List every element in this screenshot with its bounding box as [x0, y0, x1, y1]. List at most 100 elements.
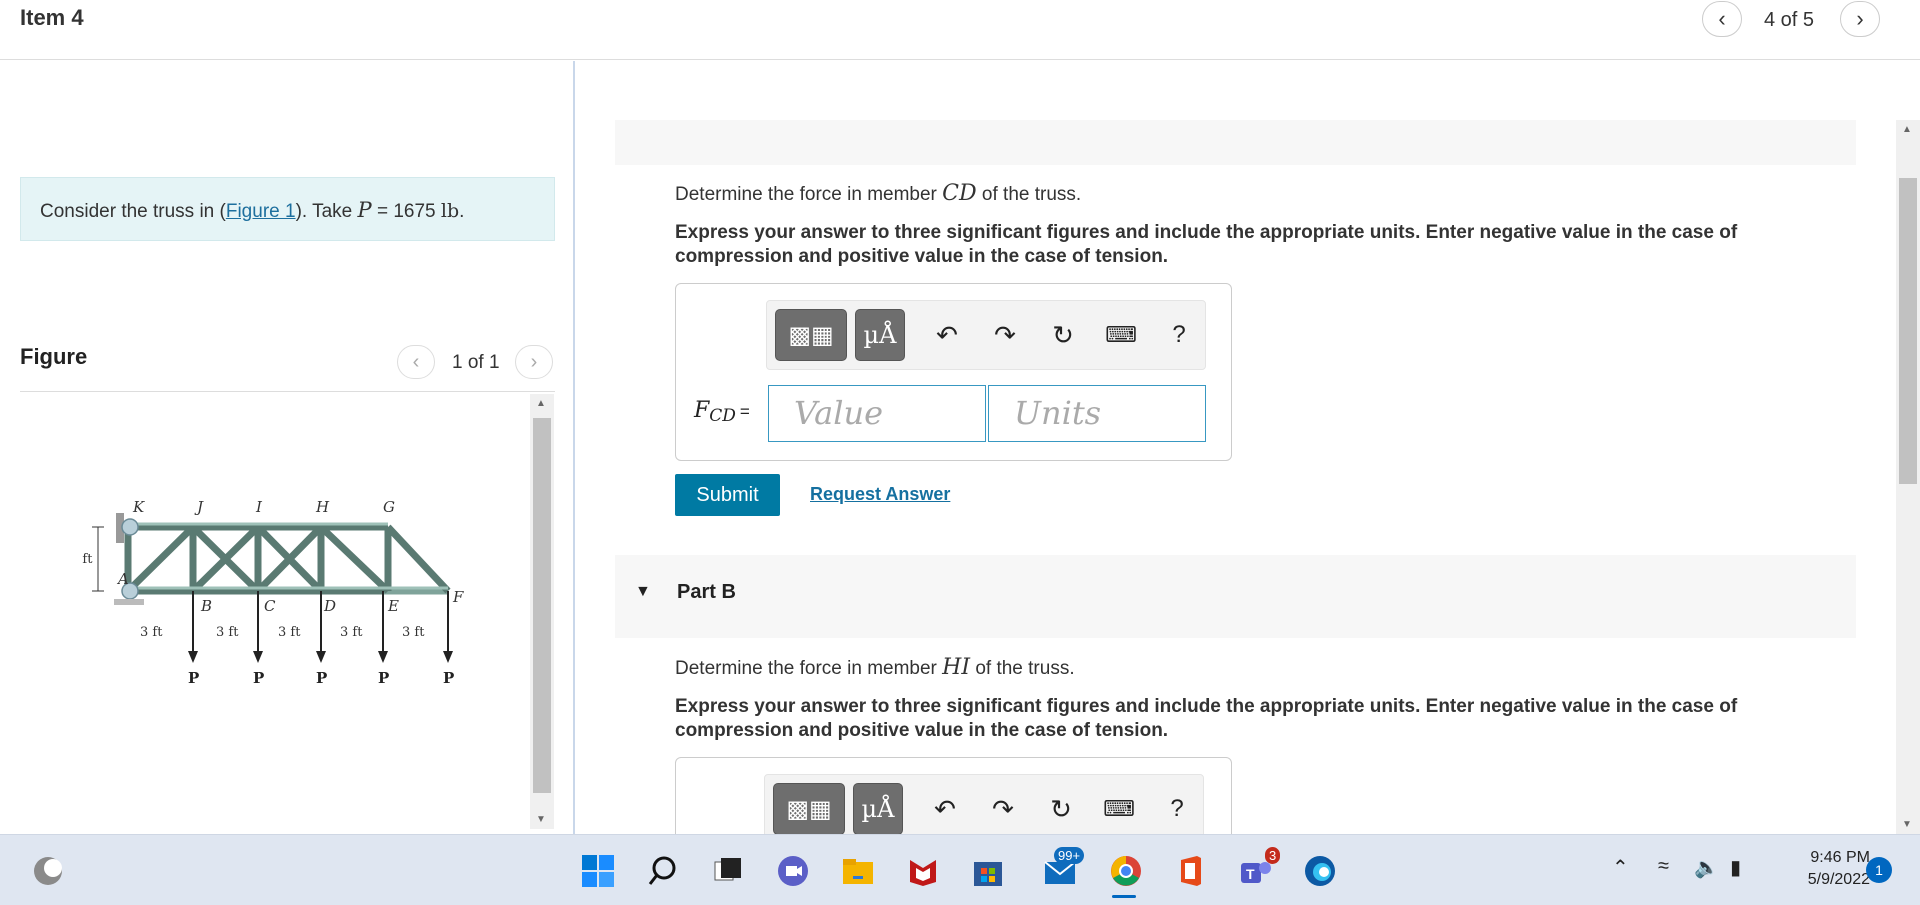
node-label-b: B: [200, 597, 212, 615]
request-answer-link[interactable]: Request Answer: [810, 484, 950, 505]
units-input[interactable]: Units: [988, 385, 1206, 442]
truss-figure: 4 ft K J I H G A B C D E F: [78, 498, 464, 687]
templates-button[interactable]: ▩▦: [775, 309, 847, 361]
office-icon[interactable]: [1170, 851, 1210, 891]
figure-prev-button[interactable]: ‹: [397, 345, 435, 379]
part-a-header: [615, 120, 1856, 165]
next-item-button[interactable]: ›: [1840, 1, 1880, 37]
math-toolbar: ▩▦ µÅ ↶ ↷ ↻ ⌨ ?: [766, 300, 1206, 370]
figure-divider: [20, 391, 555, 392]
figure-next-button[interactable]: ›: [515, 345, 553, 379]
chevron-left-icon: ‹: [412, 350, 420, 373]
force-subscript: CD: [709, 406, 736, 426]
figure-link[interactable]: Figure 1: [226, 201, 296, 222]
part-b-header[interactable]: ▼ Part B: [615, 555, 1856, 638]
clock[interactable]: 9:46 PM 5/9/2022: [1760, 847, 1870, 891]
node-label-k: K: [132, 498, 145, 516]
notification-badge[interactable]: 1: [1866, 857, 1892, 883]
scroll-down-icon[interactable]: ▼: [536, 814, 546, 825]
chrome-icon[interactable]: [1106, 851, 1146, 891]
reset-icon[interactable]: ↻: [1043, 317, 1083, 353]
main-scroll-thumb[interactable]: [1899, 178, 1917, 484]
node-label-j: J: [194, 498, 204, 516]
problem-pane: Consider the truss in (Figure 1). Take P…: [0, 61, 575, 834]
load-value: = 1675: [371, 201, 441, 222]
prompt-b-text-end: of the truss.: [970, 658, 1075, 679]
prompt-text-end: of the truss.: [976, 184, 1082, 205]
figure-scrollbar[interactable]: ▲ ▼: [530, 394, 554, 829]
file-explorer-icon[interactable]: [838, 851, 878, 891]
answer-pane: Determine the force in member CD of the …: [578, 61, 1898, 834]
weather-icon[interactable]: [28, 851, 68, 891]
store-icon[interactable]: [968, 851, 1008, 891]
item-position: 4 of 5: [1764, 9, 1815, 31]
figure-title: Figure: [20, 344, 88, 369]
units-button-b[interactable]: µÅ: [853, 783, 903, 834]
value-input[interactable]: Value: [768, 385, 986, 442]
redo-icon[interactable]: ↷: [985, 317, 1025, 353]
load-label-5: P: [443, 669, 454, 687]
prompt-text: Determine the force in member: [675, 184, 943, 205]
task-view-icon[interactable]: [708, 851, 748, 891]
undo-icon[interactable]: ↶: [925, 791, 965, 827]
node-label-e: E: [387, 597, 399, 615]
active-app-indicator: [1112, 895, 1136, 898]
clock-date: 5/9/2022: [1807, 871, 1870, 888]
templates-icon: ▩▦: [788, 321, 834, 349]
collapse-triangle-icon[interactable]: ▼: [635, 583, 651, 601]
load-unit: lb: [440, 200, 460, 222]
item-title: Item 4: [20, 5, 84, 30]
part-a-prompt: Determine the force in member CD of the …: [675, 181, 1081, 206]
chevron-right-icon: ›: [530, 350, 538, 373]
figure-scroll-thumb[interactable]: [533, 418, 551, 793]
scroll-up-icon[interactable]: ▲: [1902, 124, 1912, 135]
height-label: 4 ft: [78, 552, 93, 567]
load-label-2: P: [253, 669, 264, 687]
keyboard-icon[interactable]: ⌨: [1099, 791, 1139, 827]
scroll-up-icon[interactable]: ▲: [536, 398, 546, 409]
item-header: Item 4 ‹ 4 of 5 ›: [0, 0, 1920, 60]
scroll-down-icon[interactable]: ▼: [1902, 819, 1912, 830]
fcd-label: FCD =: [694, 398, 750, 426]
mcafee-icon[interactable]: [903, 851, 943, 891]
chat-icon[interactable]: [773, 851, 813, 891]
teams-badge: 3: [1265, 847, 1281, 864]
battery-icon[interactable]: ▮: [1730, 855, 1741, 880]
undo-icon[interactable]: ↶: [927, 317, 967, 353]
volume-icon[interactable]: 🔈: [1694, 855, 1719, 880]
units-button[interactable]: µÅ: [855, 309, 905, 361]
submit-button[interactable]: Submit: [675, 474, 780, 516]
node-label-a: A: [116, 570, 129, 588]
wifi-icon[interactable]: ≈: [1658, 855, 1669, 878]
help-icon[interactable]: ?: [1159, 317, 1199, 353]
figure-count: 1 of 1: [452, 352, 500, 373]
node-label-f: F: [452, 588, 464, 606]
prev-item-button[interactable]: ‹: [1702, 1, 1742, 37]
node-label-d: D: [323, 597, 336, 615]
intro-text-2: ). Take: [295, 201, 358, 222]
load-label-4: P: [378, 669, 389, 687]
keyboard-icon[interactable]: ⌨: [1101, 317, 1141, 353]
part-b-instructions: Express your answer to three significant…: [675, 696, 1738, 741]
help-icon[interactable]: ?: [1157, 791, 1197, 827]
node-label-c: C: [264, 597, 276, 615]
start-icon[interactable]: [578, 851, 618, 891]
spacing-label-3: 3 ft: [278, 625, 301, 640]
templates-button-b[interactable]: ▩▦: [773, 783, 845, 834]
spacing-label-4: 3 ft: [340, 625, 363, 640]
chevron-right-icon: ›: [1856, 6, 1864, 31]
main-scrollbar[interactable]: ▲ ▼: [1896, 120, 1920, 834]
edge-icon[interactable]: [1300, 851, 1340, 891]
load-variable: P: [357, 198, 372, 222]
equals-sign: =: [739, 402, 750, 421]
node-label-g: G: [383, 498, 395, 516]
reset-icon[interactable]: ↻: [1041, 791, 1081, 827]
redo-icon[interactable]: ↷: [983, 791, 1023, 827]
spacing-label-2: 3 ft: [216, 625, 239, 640]
tray-overflow-icon[interactable]: ⌃: [1612, 855, 1629, 880]
truss-members: [124, 523, 451, 595]
svg-text:T: T: [1246, 866, 1255, 882]
math-toolbar-b: ▩▦ µÅ ↶ ↷ ↻ ⌨ ?: [764, 774, 1204, 834]
load-label-3: P: [316, 669, 327, 687]
search-icon[interactable]: [643, 851, 683, 891]
